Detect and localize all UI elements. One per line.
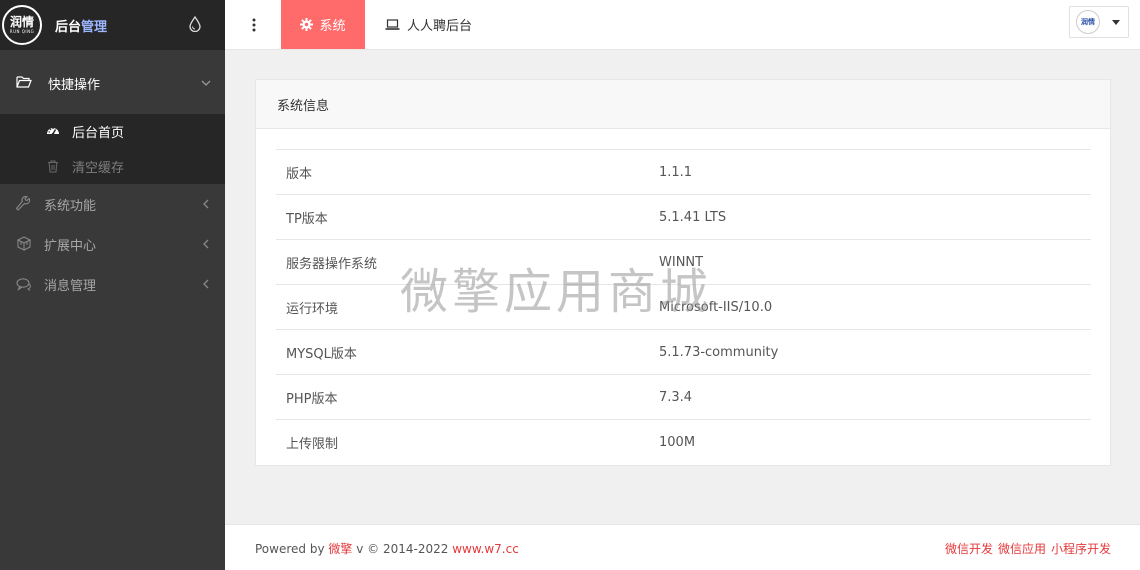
footer: Powered by 微擎 v © 2014-2022 www.w7.cc 微信…	[225, 524, 1140, 570]
logo-text: 润情	[9, 15, 34, 29]
dashboard-icon	[47, 127, 59, 136]
system-info-panel: 系统信息 版本 1.1.1 TP版本 5.1.41 LTS 服务器操作系统 WINNT…	[255, 79, 1111, 466]
row-key: 版本	[286, 166, 313, 182]
sidebar-subitem-label: 清空缓存	[72, 161, 125, 176]
table-row: PHP版本 7.3.4	[276, 374, 1091, 420]
footer-link-wechat-app[interactable]: 微信应用	[998, 540, 1046, 557]
chevron-left-icon	[203, 199, 209, 209]
tab-system[interactable]: 系统	[281, 0, 365, 49]
row-value: 1.1.1	[659, 164, 693, 180]
system-info-table: 版本 1.1.1 TP版本 5.1.41 LTS 服务器操作系统 WINNT 运行环境…	[276, 149, 1091, 465]
chevron-left-icon	[203, 239, 209, 249]
row-key: 服务器操作系统	[286, 256, 378, 272]
tab-renrenpin-label: 人人聘后台	[407, 19, 473, 34]
footer-link-wechat-dev[interactable]: 微信开发	[945, 540, 993, 557]
sidebar-item-label: 消息管理	[44, 278, 97, 294]
sidebar-item-system[interactable]: 系统功能	[0, 184, 225, 224]
row-key: 上传限制	[286, 436, 339, 452]
row-value: 100M	[659, 434, 696, 450]
theme-drop-icon[interactable]	[188, 16, 202, 32]
row-value: 5.1.73-community	[659, 344, 779, 360]
row-key: MYSQL版本	[286, 346, 357, 362]
sidebar-submenu-wrap: 后台首页 清空缓存	[0, 114, 225, 184]
sidebar-item-label: 系统功能	[44, 198, 97, 214]
sidebar-submenu: 后台首页 清空缓存	[0, 114, 225, 184]
laptop-icon	[385, 18, 400, 30]
chevron-down-icon	[201, 80, 211, 86]
footer-version: v © 2014-2022	[356, 542, 449, 556]
sidebar-item-extensions[interactable]: 扩展中心	[0, 224, 225, 264]
avatar: 润情	[1076, 10, 1100, 34]
tab-system-label: 系统	[319, 19, 346, 34]
topbar: 系统 人人聘后台 润情	[225, 0, 1140, 50]
row-value: Microsoft-IIS/10.0	[659, 299, 773, 315]
comments-icon	[16, 278, 31, 291]
brand-title: 后台管理	[55, 16, 107, 35]
sidebar-item-messages[interactable]: 消息管理	[0, 264, 225, 304]
caret-down-icon	[1112, 19, 1120, 25]
row-value: 5.1.41 LTS	[659, 209, 727, 225]
sidebar-subitem-clear-cache[interactable]: 清空缓存	[0, 149, 225, 184]
table-row: 服务器操作系统 WINNT	[276, 239, 1091, 285]
logo[interactable]: 润情 RUN QING	[2, 5, 42, 45]
kebab-menu-icon[interactable]	[251, 17, 257, 33]
sidebar-item-label: 快捷操作	[48, 78, 101, 93]
gear-icon	[300, 18, 314, 31]
footer-site-link[interactable]: www.w7.cc	[452, 542, 519, 556]
row-key: TP版本	[286, 211, 328, 227]
tab-renrenpin-admin[interactable]: 人人聘后台	[385, 0, 472, 49]
sidebar-item-label: 扩展中心	[44, 238, 97, 254]
table-row: TP版本 5.1.41 LTS	[276, 194, 1091, 240]
chevron-left-icon	[203, 279, 209, 289]
footer-link-miniprogram-dev[interactable]: 小程序开发	[1051, 540, 1111, 557]
footer-brand-link[interactable]: 微擎	[328, 542, 352, 556]
brand-bar: 润情 RUN QING 后台管理	[0, 0, 225, 50]
folder-open-icon	[16, 76, 32, 88]
sidebar-menu: 快捷操作 后台首页 清空缓存 系统功能 扩展中心 消息管理	[0, 50, 225, 304]
sidebar-subitem-home[interactable]: 后台首页	[0, 114, 225, 149]
table-row: 版本 1.1.1	[276, 149, 1091, 195]
trash-icon	[48, 160, 58, 173]
table-row: 上传限制 100M	[276, 419, 1091, 465]
footer-powered: Powered by	[255, 542, 325, 556]
user-dropdown[interactable]: 润情	[1069, 6, 1129, 38]
row-value: 7.3.4	[659, 389, 693, 405]
row-value: WINNT	[659, 254, 704, 270]
table-row: 运行环境 Microsoft-IIS/10.0	[276, 284, 1091, 330]
sidebar-subitem-label: 后台首页	[72, 126, 125, 141]
sidebar: 润情 RUN QING 后台管理 快捷操作 后台首页 清空缓存 系统功能 扩展中…	[0, 0, 225, 570]
logo-subtext: RUN QING	[9, 29, 35, 34]
row-key: 运行环境	[286, 301, 339, 317]
avatar-text: 润情	[1081, 18, 1095, 26]
table-row: MYSQL版本 5.1.73-community	[276, 329, 1091, 375]
sidebar-item-quick-actions[interactable]: 快捷操作	[0, 50, 225, 114]
footer-copyright: Powered by 微擎 v © 2014-2022 www.w7.cc	[255, 540, 519, 557]
brand-title-a: 后台	[55, 19, 82, 35]
panel-title: 系统信息	[256, 80, 1110, 129]
row-key: PHP版本	[286, 391, 338, 407]
wrench-icon	[16, 196, 31, 211]
footer-links: 微信开发 微信应用 小程序开发	[945, 540, 1111, 557]
brand-title-b: 管理	[81, 19, 108, 35]
cubes-icon	[16, 236, 32, 251]
